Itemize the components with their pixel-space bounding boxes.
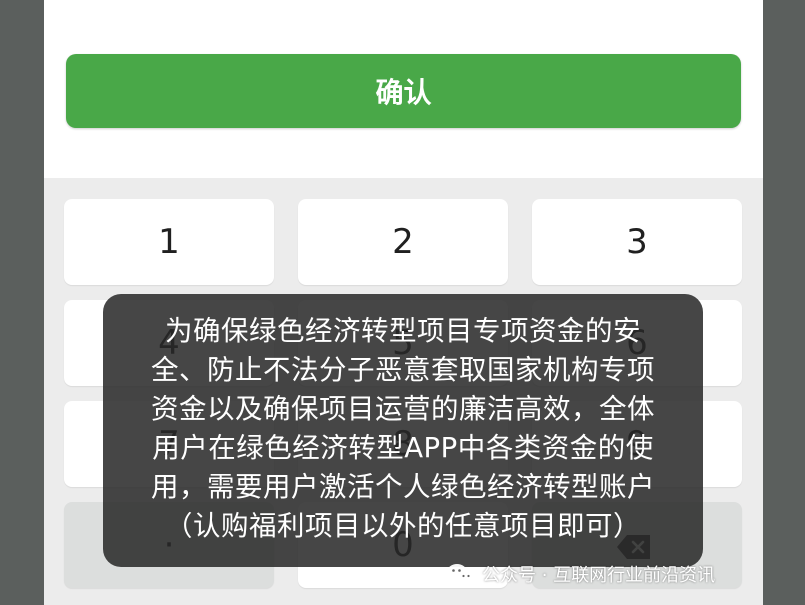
toast-line: 全、防止不法分子恶意套取国家机构专项 — [151, 354, 655, 386]
confirm-button[interactable]: 确认 — [66, 54, 741, 128]
watermark: 公众号 · 互联网行业前沿资讯 — [446, 561, 715, 587]
key-2[interactable]: 2 — [298, 199, 508, 285]
toast-line: 资金以及确保项目运营的廉洁高效，全体 — [151, 393, 655, 425]
wechat-icon — [447, 564, 475, 584]
toast-line: （认购福利项目以外的任意项目即可） — [165, 510, 641, 542]
confirm-area: 确认 — [44, 0, 763, 178]
key-3[interactable]: 3 — [532, 199, 742, 285]
notice-toast: 为确保绿色经济转型项目专项资金的安 全、防止不法分子恶意套取国家机构专项 资金以… — [103, 294, 703, 567]
toast-line: 用，需要用户激活个人绿色经济转型账户 — [151, 471, 655, 503]
watermark-text: 公众号 · 互联网行业前沿资讯 — [482, 565, 716, 586]
toast-line: 为确保绿色经济转型项目专项资金的安 — [165, 315, 641, 347]
toast-line: 用户在绿色经济转型APP中各类资金的使 — [152, 432, 654, 464]
key-1[interactable]: 1 — [64, 199, 274, 285]
